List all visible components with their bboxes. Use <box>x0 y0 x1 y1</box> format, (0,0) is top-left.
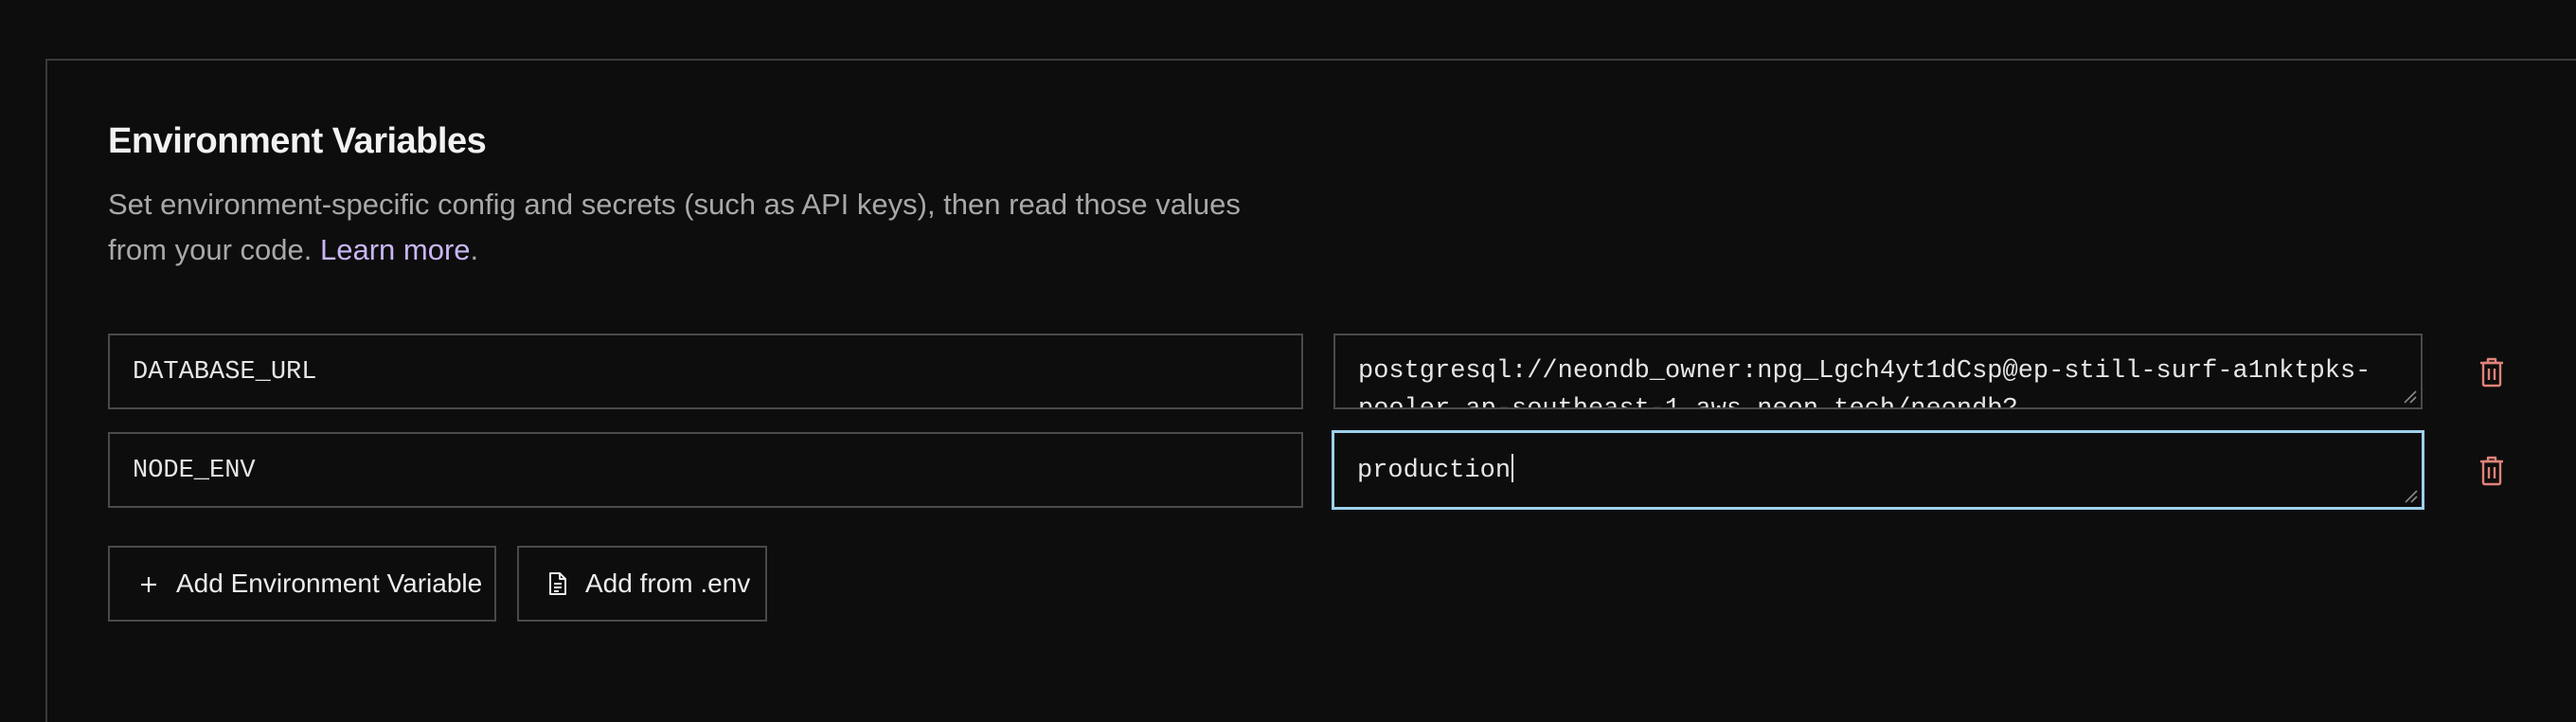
plus-icon <box>141 577 156 592</box>
section-title: Environment Variables <box>108 121 487 161</box>
resize-handle-icon[interactable] <box>2402 388 2417 404</box>
env-key-value: NODE_ENV <box>133 457 256 485</box>
resize-handle-icon[interactable] <box>2403 488 2418 503</box>
env-key-value: DATABASE_URL <box>133 358 317 387</box>
add-environment-variable-button[interactable]: Add Environment Variable <box>108 546 496 622</box>
add-from-env-button[interactable]: Add from .env <box>517 546 767 622</box>
section-description: Set environment-specific config and secr… <box>108 182 1263 273</box>
env-key-input[interactable]: DATABASE_URL <box>108 334 1303 409</box>
env-value-textarea-focused[interactable]: production <box>1332 430 2424 510</box>
trash-icon[interactable] <box>2478 356 2506 388</box>
add-from-env-label: Add from .env <box>585 569 751 598</box>
description-period: . <box>470 233 479 266</box>
description-text: Set environment-specific config and secr… <box>108 188 1241 266</box>
learn-more-link[interactable]: Learn more <box>320 233 471 266</box>
file-icon <box>549 572 566 595</box>
text-caret <box>1512 454 1514 482</box>
add-environment-variable-label: Add Environment Variable <box>176 569 483 598</box>
env-value-text: postgresql://neondb_owner:npg_Lgch4yt1dC… <box>1358 357 2371 409</box>
trash-icon[interactable] <box>2478 455 2506 487</box>
env-key-input[interactable]: NODE_ENV <box>108 432 1303 508</box>
env-value-textarea[interactable]: postgresql://neondb_owner:npg_Lgch4yt1dC… <box>1333 334 2423 409</box>
env-value-text: production <box>1357 457 1512 485</box>
